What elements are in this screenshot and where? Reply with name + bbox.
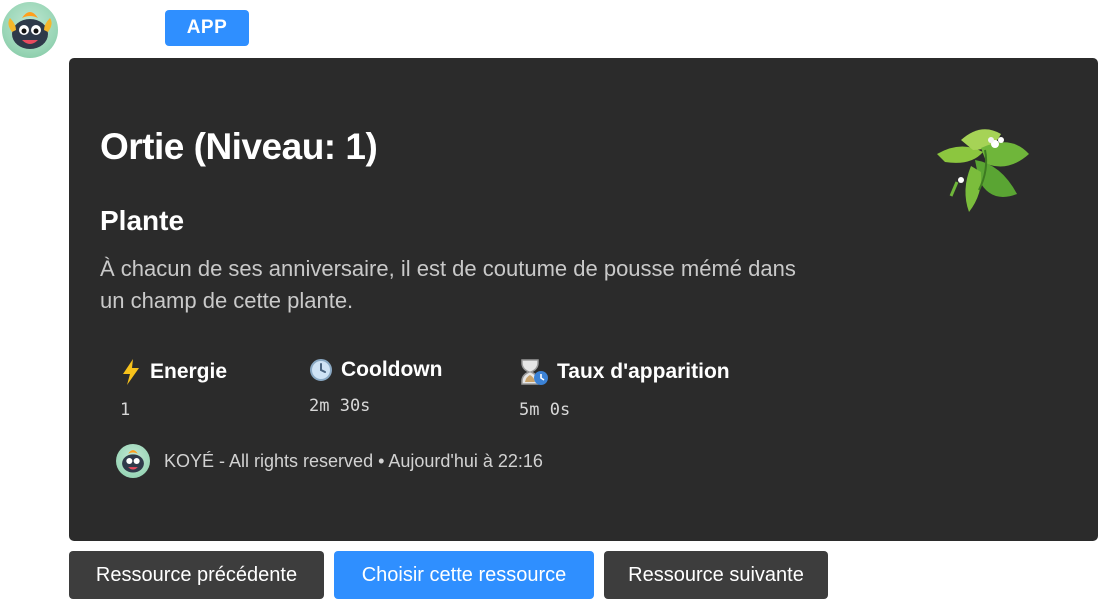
app-badge: APP	[165, 10, 249, 46]
field-cooldown: Cooldown 2m 30s	[309, 358, 442, 416]
field-taux-apparition: Taux d'apparition 5m 0s	[519, 358, 730, 420]
footer-text: KOYÉ - All rights reserved • Aujourd'hui…	[164, 450, 543, 471]
embed-title: Ortie (Niveau: 1)	[100, 126, 378, 167]
previous-resource-button[interactable]: Ressource précédente	[69, 551, 324, 599]
next-resource-button[interactable]: Ressource suivante	[604, 551, 828, 599]
embed-footer: KOYÉ - All rights reserved • Aujourd'hui…	[116, 444, 543, 478]
field-energie: Energie 1	[120, 358, 227, 420]
field-title-energie: Energie	[150, 360, 228, 383]
resource-description: À chacun de ses anniversaire, il est de …	[100, 256, 796, 313]
hourglass-icon	[521, 359, 548, 385]
lightning-icon	[123, 359, 139, 385]
resource-embed: Ortie (Niveau: 1) Plante À chacun de ses…	[69, 58, 1098, 541]
field-value-cooldown: 2m 30s	[309, 396, 371, 416]
nettle-plant-icon	[937, 129, 1029, 212]
mascot-icon	[8, 12, 52, 49]
resource-type: Plante	[100, 205, 185, 236]
mascot-icon	[122, 450, 144, 473]
field-title-taux: Taux d'apparition	[557, 360, 730, 383]
bot-avatar[interactable]	[2, 2, 58, 58]
footer-avatar	[116, 444, 150, 478]
clock-icon	[310, 359, 332, 381]
choose-resource-button[interactable]: Choisir cette ressource	[334, 551, 594, 599]
field-value-energie: 1	[120, 400, 131, 420]
field-value-taux: 5m 0s	[519, 400, 571, 420]
field-title-cooldown: Cooldown	[341, 358, 443, 381]
